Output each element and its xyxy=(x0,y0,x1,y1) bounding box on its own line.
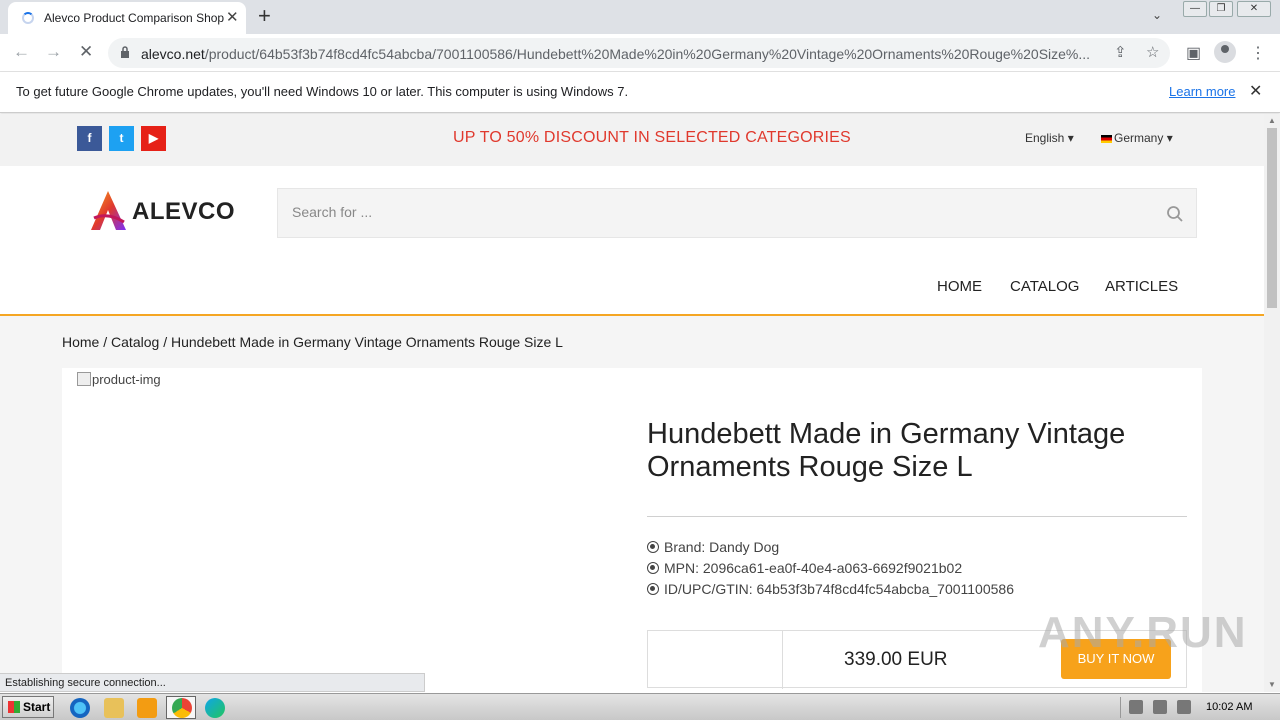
spec-mpn: MPN: 2096ca61-ea0f-40e4-a063-6692f9021b0… xyxy=(647,560,962,576)
network-icon[interactable] xyxy=(1153,700,1167,714)
chevron-down-icon: ▾ xyxy=(1166,131,1173,145)
new-tab-button[interactable]: + xyxy=(258,3,271,29)
alevco-logo[interactable]: ALEVCO xyxy=(88,188,238,234)
spec-mpn-text: MPN: 2096ca61-ea0f-40e4-a063-6692f9021b0… xyxy=(664,560,963,576)
minimize-button[interactable]: — xyxy=(1183,1,1207,17)
divider xyxy=(647,516,1187,517)
url-path: /product/64b53f3b74f8cd4fc54abcba/700110… xyxy=(204,46,1091,62)
spec-brand-text: Brand: Dandy Dog xyxy=(664,539,780,555)
nav-articles[interactable]: ARTICLES xyxy=(1105,278,1178,295)
clock[interactable]: 10:02 AM xyxy=(1206,701,1252,713)
file-explorer-icon[interactable] xyxy=(104,698,124,718)
nav-catalog[interactable]: CATALOG xyxy=(1010,278,1079,295)
logo-mark-icon xyxy=(91,191,126,230)
language-dropdown[interactable]: English ▾ xyxy=(1025,131,1074,145)
chrome-icon xyxy=(172,698,192,718)
tab-close-icon[interactable]: ✕ xyxy=(226,8,239,26)
logo-text: ALEVCO xyxy=(132,198,236,225)
bullet-circle-icon xyxy=(647,583,659,595)
bullet-circle-icon xyxy=(647,541,659,553)
watermark: ANY.RUN xyxy=(1038,608,1248,657)
url-host: alevco.net xyxy=(141,46,205,62)
breadcrumb-catalog[interactable]: Catalog xyxy=(111,334,159,350)
nav-home[interactable]: HOME xyxy=(937,278,982,295)
start-button[interactable]: Start xyxy=(2,696,54,718)
browser-toolbar: ← → ✕ alevco.net/product/64b53f3b74f8cd4… xyxy=(0,34,1280,72)
menu-kebab-icon[interactable]: ⋮ xyxy=(1250,43,1266,63)
edge-icon[interactable] xyxy=(205,698,225,718)
promo-banner[interactable]: UP TO 50% DISCOUNT IN SELECTED CATEGORIE… xyxy=(453,129,851,147)
product-title: Hundebett Made in Germany Vintage Orname… xyxy=(647,418,1126,483)
close-window-button[interactable]: ✕ xyxy=(1237,1,1271,17)
twitter-icon[interactable]: t xyxy=(109,126,134,151)
country-label: Germany xyxy=(1114,131,1164,145)
internet-explorer-icon[interactable] xyxy=(70,698,90,718)
bookmark-star-icon[interactable]: ☆ xyxy=(1146,43,1159,61)
share-icon[interactable]: ⇪ xyxy=(1114,43,1127,61)
site-topbar: f t ▶ UP TO 50% DISCOUNT IN SELECTED CAT… xyxy=(0,114,1264,166)
youtube-icon[interactable]: ▶ xyxy=(141,126,166,151)
infobar-close-icon[interactable]: ✕ xyxy=(1249,81,1262,101)
back-arrow-icon[interactable]: ← xyxy=(13,42,30,62)
volume-icon[interactable] xyxy=(1129,700,1143,714)
loading-spinner-icon xyxy=(22,12,34,24)
stop-loading-icon[interactable]: ✕ xyxy=(79,42,93,62)
bullet-circle-icon xyxy=(647,562,659,574)
scroll-up-arrow-icon[interactable]: ▲ xyxy=(1268,116,1276,125)
tab-title: Alevco Product Comparison Shopping xyxy=(44,11,224,25)
product-card: product-img Hundebett Made in Germany Vi… xyxy=(62,368,1202,692)
breadcrumb: Home / Catalog / Hundebett Made in Germa… xyxy=(62,334,563,350)
spec-brand: Brand: Dandy Dog xyxy=(647,539,779,555)
forward-arrow-icon[interactable]: → xyxy=(45,42,62,62)
germany-flag-icon xyxy=(1101,134,1112,143)
site-header: ALEVCO HOME CATALOG ARTICLES xyxy=(0,166,1264,316)
page-viewport: f t ▶ UP TO 50% DISCOUNT IN SELECTED CAT… xyxy=(0,114,1264,692)
windows-taskbar: Start 10:02 AM xyxy=(0,693,1280,720)
chrome-taskbar-button[interactable] xyxy=(166,696,196,719)
address-bar[interactable]: alevco.net/product/64b53f3b74f8cd4fc54ab… xyxy=(108,38,1170,68)
spec-gtin-text: ID/UPC/GTIN: 64b53f3b74f8cd4fc54abcba_70… xyxy=(664,581,1014,597)
media-player-icon[interactable] xyxy=(137,698,157,718)
tab-strip: Alevco Product Comparison Shopping ✕ + ⌄… xyxy=(0,0,1280,34)
tab-search-chevron-icon[interactable]: ⌄ xyxy=(1152,8,1162,22)
broken-image-icon xyxy=(77,372,91,386)
breadcrumb-separator: / xyxy=(103,334,108,350)
start-label: Start xyxy=(23,700,51,714)
breadcrumb-current: Hundebett Made in Germany Vintage Orname… xyxy=(170,334,563,350)
browser-tab[interactable]: Alevco Product Comparison Shopping ✕ xyxy=(8,2,246,34)
search-input[interactable] xyxy=(292,204,1092,220)
lock-icon xyxy=(121,46,129,58)
divider xyxy=(782,631,783,689)
search-icon[interactable] xyxy=(1166,205,1184,223)
side-panel-icon[interactable]: ▣ xyxy=(1186,43,1201,63)
windows-logo-icon xyxy=(8,701,20,713)
language-label: English xyxy=(1025,131,1065,145)
scroll-down-arrow-icon[interactable]: ▼ xyxy=(1268,680,1276,689)
chevron-down-icon: ▾ xyxy=(1067,131,1074,145)
restore-button[interactable]: ❐ xyxy=(1209,1,1233,17)
learn-more-link[interactable]: Learn more xyxy=(1169,84,1235,99)
url-text[interactable]: alevco.net/product/64b53f3b74f8cd4fc54ab… xyxy=(141,46,1111,62)
country-dropdown[interactable]: Germany ▾ xyxy=(1101,131,1173,145)
facebook-icon[interactable]: f xyxy=(77,126,102,151)
breadcrumb-separator: / xyxy=(163,334,168,350)
page-scrollbar[interactable]: ▲ ▼ xyxy=(1264,114,1280,692)
scrollbar-thumb[interactable] xyxy=(1267,128,1277,308)
action-center-flag-icon[interactable] xyxy=(1177,700,1191,714)
breadcrumb-home[interactable]: Home xyxy=(62,334,99,350)
product-image-alt: product-img xyxy=(92,372,161,387)
status-bubble: Establishing secure connection... xyxy=(0,673,425,692)
tray-divider xyxy=(1120,697,1121,718)
update-infobar: To get future Google Chrome updates, you… xyxy=(0,72,1280,113)
product-image: product-img xyxy=(77,372,161,387)
profile-avatar-icon[interactable] xyxy=(1214,41,1236,63)
spec-gtin: ID/UPC/GTIN: 64b53f3b74f8cd4fc54abcba_70… xyxy=(647,581,1014,597)
infobar-message: To get future Google Chrome updates, you… xyxy=(16,84,629,99)
price: 339.00 EUR xyxy=(844,649,948,670)
search-box xyxy=(277,188,1197,238)
